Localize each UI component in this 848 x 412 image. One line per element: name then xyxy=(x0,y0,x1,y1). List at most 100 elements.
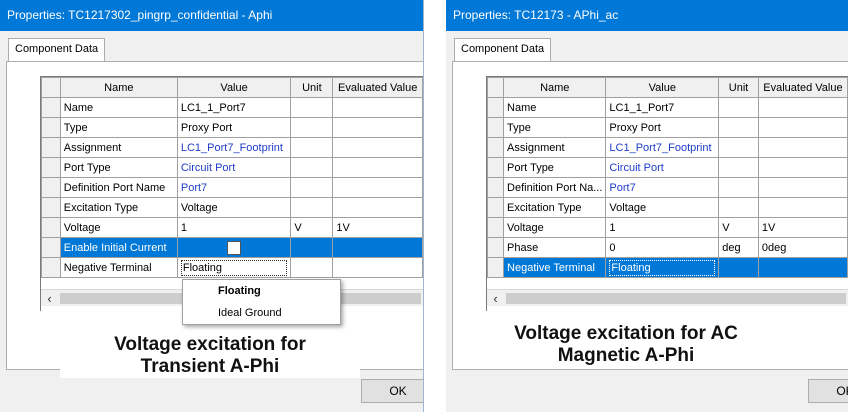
row-header[interactable] xyxy=(41,97,61,118)
property-unit[interactable] xyxy=(290,137,334,158)
ok-button[interactable]: OK xyxy=(808,379,848,403)
property-value[interactable] xyxy=(176,237,292,258)
table-row[interactable]: Voltage 1 V 1V xyxy=(41,217,423,238)
row-header[interactable] xyxy=(41,257,61,278)
property-unit[interactable] xyxy=(718,197,759,218)
table-row[interactable]: Definition Port Na... Port7 xyxy=(487,177,848,198)
property-unit[interactable]: V xyxy=(718,217,759,238)
row-header[interactable] xyxy=(487,237,505,258)
table-row[interactable]: Assignment LC1_Port7_Footprint xyxy=(41,137,423,158)
caption-line: Magnetic A-Phi xyxy=(557,345,695,366)
row-header[interactable] xyxy=(487,177,505,198)
property-unit[interactable]: deg xyxy=(718,237,759,258)
tab-component-data[interactable]: Component Data xyxy=(8,38,106,62)
row-header[interactable] xyxy=(41,137,61,158)
row-header[interactable] xyxy=(41,217,61,238)
property-value[interactable]: LC1_1_Port7 xyxy=(605,97,720,118)
column-header-unit[interactable]: Unit xyxy=(290,77,334,98)
table-row[interactable]: Type Proxy Port xyxy=(487,117,848,138)
negative-terminal-select[interactable]: Floating xyxy=(609,259,716,276)
table-row[interactable]: Excitation Type Voltage xyxy=(487,197,848,218)
property-value[interactable]: 1 xyxy=(605,217,720,238)
caption: Voltage excitation for Transient A-Phi xyxy=(60,334,360,378)
table-row-selected[interactable]: Enable Initial Current xyxy=(41,237,423,258)
property-evaluated-value xyxy=(757,117,848,138)
row-header[interactable] xyxy=(41,177,61,198)
property-value-link[interactable]: LC1_Port7_Footprint xyxy=(605,137,720,158)
column-header-evaluated-value[interactable]: Evaluated Value xyxy=(757,77,848,98)
caption-line: Voltage excitation for AC xyxy=(514,323,738,344)
property-grid: Name Value Unit Evaluated Value Name LC1… xyxy=(40,76,423,311)
dropdown-option-ideal-ground[interactable]: Ideal Ground xyxy=(183,302,340,324)
property-unit[interactable] xyxy=(290,197,334,218)
property-value[interactable]: Floating xyxy=(176,257,292,278)
row-header[interactable] xyxy=(487,97,505,118)
column-header-unit[interactable]: Unit xyxy=(718,77,759,98)
table-row[interactable]: Name LC1_1_Port7 xyxy=(41,97,423,118)
property-unit[interactable] xyxy=(718,117,759,138)
row-header[interactable] xyxy=(487,217,505,238)
row-header[interactable] xyxy=(487,157,505,178)
property-value-link[interactable]: Circuit Port xyxy=(176,157,292,178)
table-row[interactable]: Voltage 1 V 1V xyxy=(487,217,848,238)
column-header-value[interactable]: Value xyxy=(605,77,720,98)
property-unit[interactable] xyxy=(290,117,334,138)
property-value[interactable]: Proxy Port xyxy=(176,117,292,138)
table-row[interactable]: Assignment LC1_Port7_Footprint xyxy=(487,137,848,158)
table-row[interactable]: Port Type Circuit Port xyxy=(487,157,848,178)
property-evaluated-value xyxy=(332,157,423,178)
property-unit[interactable] xyxy=(290,97,334,118)
property-value[interactable]: Floating xyxy=(605,257,720,278)
row-header[interactable] xyxy=(487,117,505,138)
property-value[interactable]: 1 xyxy=(176,217,292,238)
header-row: Name Value Unit Evaluated Value xyxy=(41,77,423,98)
row-header[interactable] xyxy=(41,117,61,138)
property-unit[interactable] xyxy=(718,97,759,118)
scroll-left-icon[interactable]: ‹ xyxy=(487,290,504,307)
row-header[interactable] xyxy=(41,197,61,218)
property-value[interactable]: Proxy Port xyxy=(605,117,720,138)
table-row[interactable]: Excitation Type Voltage xyxy=(41,197,423,218)
enable-initial-current-checkbox[interactable] xyxy=(227,240,242,255)
ok-button[interactable]: OK xyxy=(361,379,423,403)
table-row[interactable]: Name LC1_1_Port7 xyxy=(487,97,848,118)
property-value[interactable]: 0 xyxy=(605,237,720,258)
property-value-link[interactable]: Port7 xyxy=(176,177,292,198)
column-header-name[interactable]: Name xyxy=(59,77,178,98)
property-unit[interactable] xyxy=(290,257,334,278)
column-header-value[interactable]: Value xyxy=(176,77,292,98)
row-header[interactable] xyxy=(487,137,505,158)
row-header[interactable] xyxy=(487,257,505,278)
property-unit[interactable] xyxy=(718,257,759,278)
row-header[interactable] xyxy=(41,157,61,178)
property-value-link[interactable]: LC1_Port7_Footprint xyxy=(176,137,292,158)
property-value[interactable]: Voltage xyxy=(605,197,720,218)
table-row-selected[interactable]: Negative Terminal Floating xyxy=(487,257,848,278)
horizontal-scrollbar[interactable]: ‹ xyxy=(487,289,848,306)
property-value-link[interactable]: Circuit Port xyxy=(605,157,720,178)
column-header-evaluated-value[interactable]: Evaluated Value xyxy=(332,77,423,98)
property-unit[interactable] xyxy=(290,177,334,198)
property-unit[interactable] xyxy=(290,237,334,258)
column-header-name[interactable]: Name xyxy=(503,77,607,98)
tab-component-data[interactable]: Component Data xyxy=(454,38,552,62)
property-unit[interactable]: V xyxy=(290,217,334,238)
table-row[interactable]: Definition Port Name Port7 xyxy=(41,177,423,198)
property-value[interactable]: LC1_1_Port7 xyxy=(176,97,292,118)
table-row[interactable]: Phase 0 deg 0deg xyxy=(487,237,848,258)
property-value-link[interactable]: Port7 xyxy=(605,177,720,198)
row-header[interactable] xyxy=(41,237,61,258)
dropdown-option-floating[interactable]: Floating xyxy=(183,280,340,302)
table-row[interactable]: Type Proxy Port xyxy=(41,117,423,138)
row-header[interactable] xyxy=(487,197,505,218)
property-unit[interactable] xyxy=(718,177,759,198)
scroll-thumb[interactable] xyxy=(506,293,846,304)
property-unit[interactable] xyxy=(718,137,759,158)
table-row[interactable]: Negative Terminal Floating xyxy=(41,257,423,278)
table-row[interactable]: Port Type Circuit Port xyxy=(41,157,423,178)
negative-terminal-select[interactable]: Floating xyxy=(180,259,288,276)
scroll-left-icon[interactable]: ‹ xyxy=(41,290,58,307)
property-unit[interactable] xyxy=(718,157,759,178)
property-value[interactable]: Voltage xyxy=(176,197,292,218)
property-unit[interactable] xyxy=(290,157,334,178)
